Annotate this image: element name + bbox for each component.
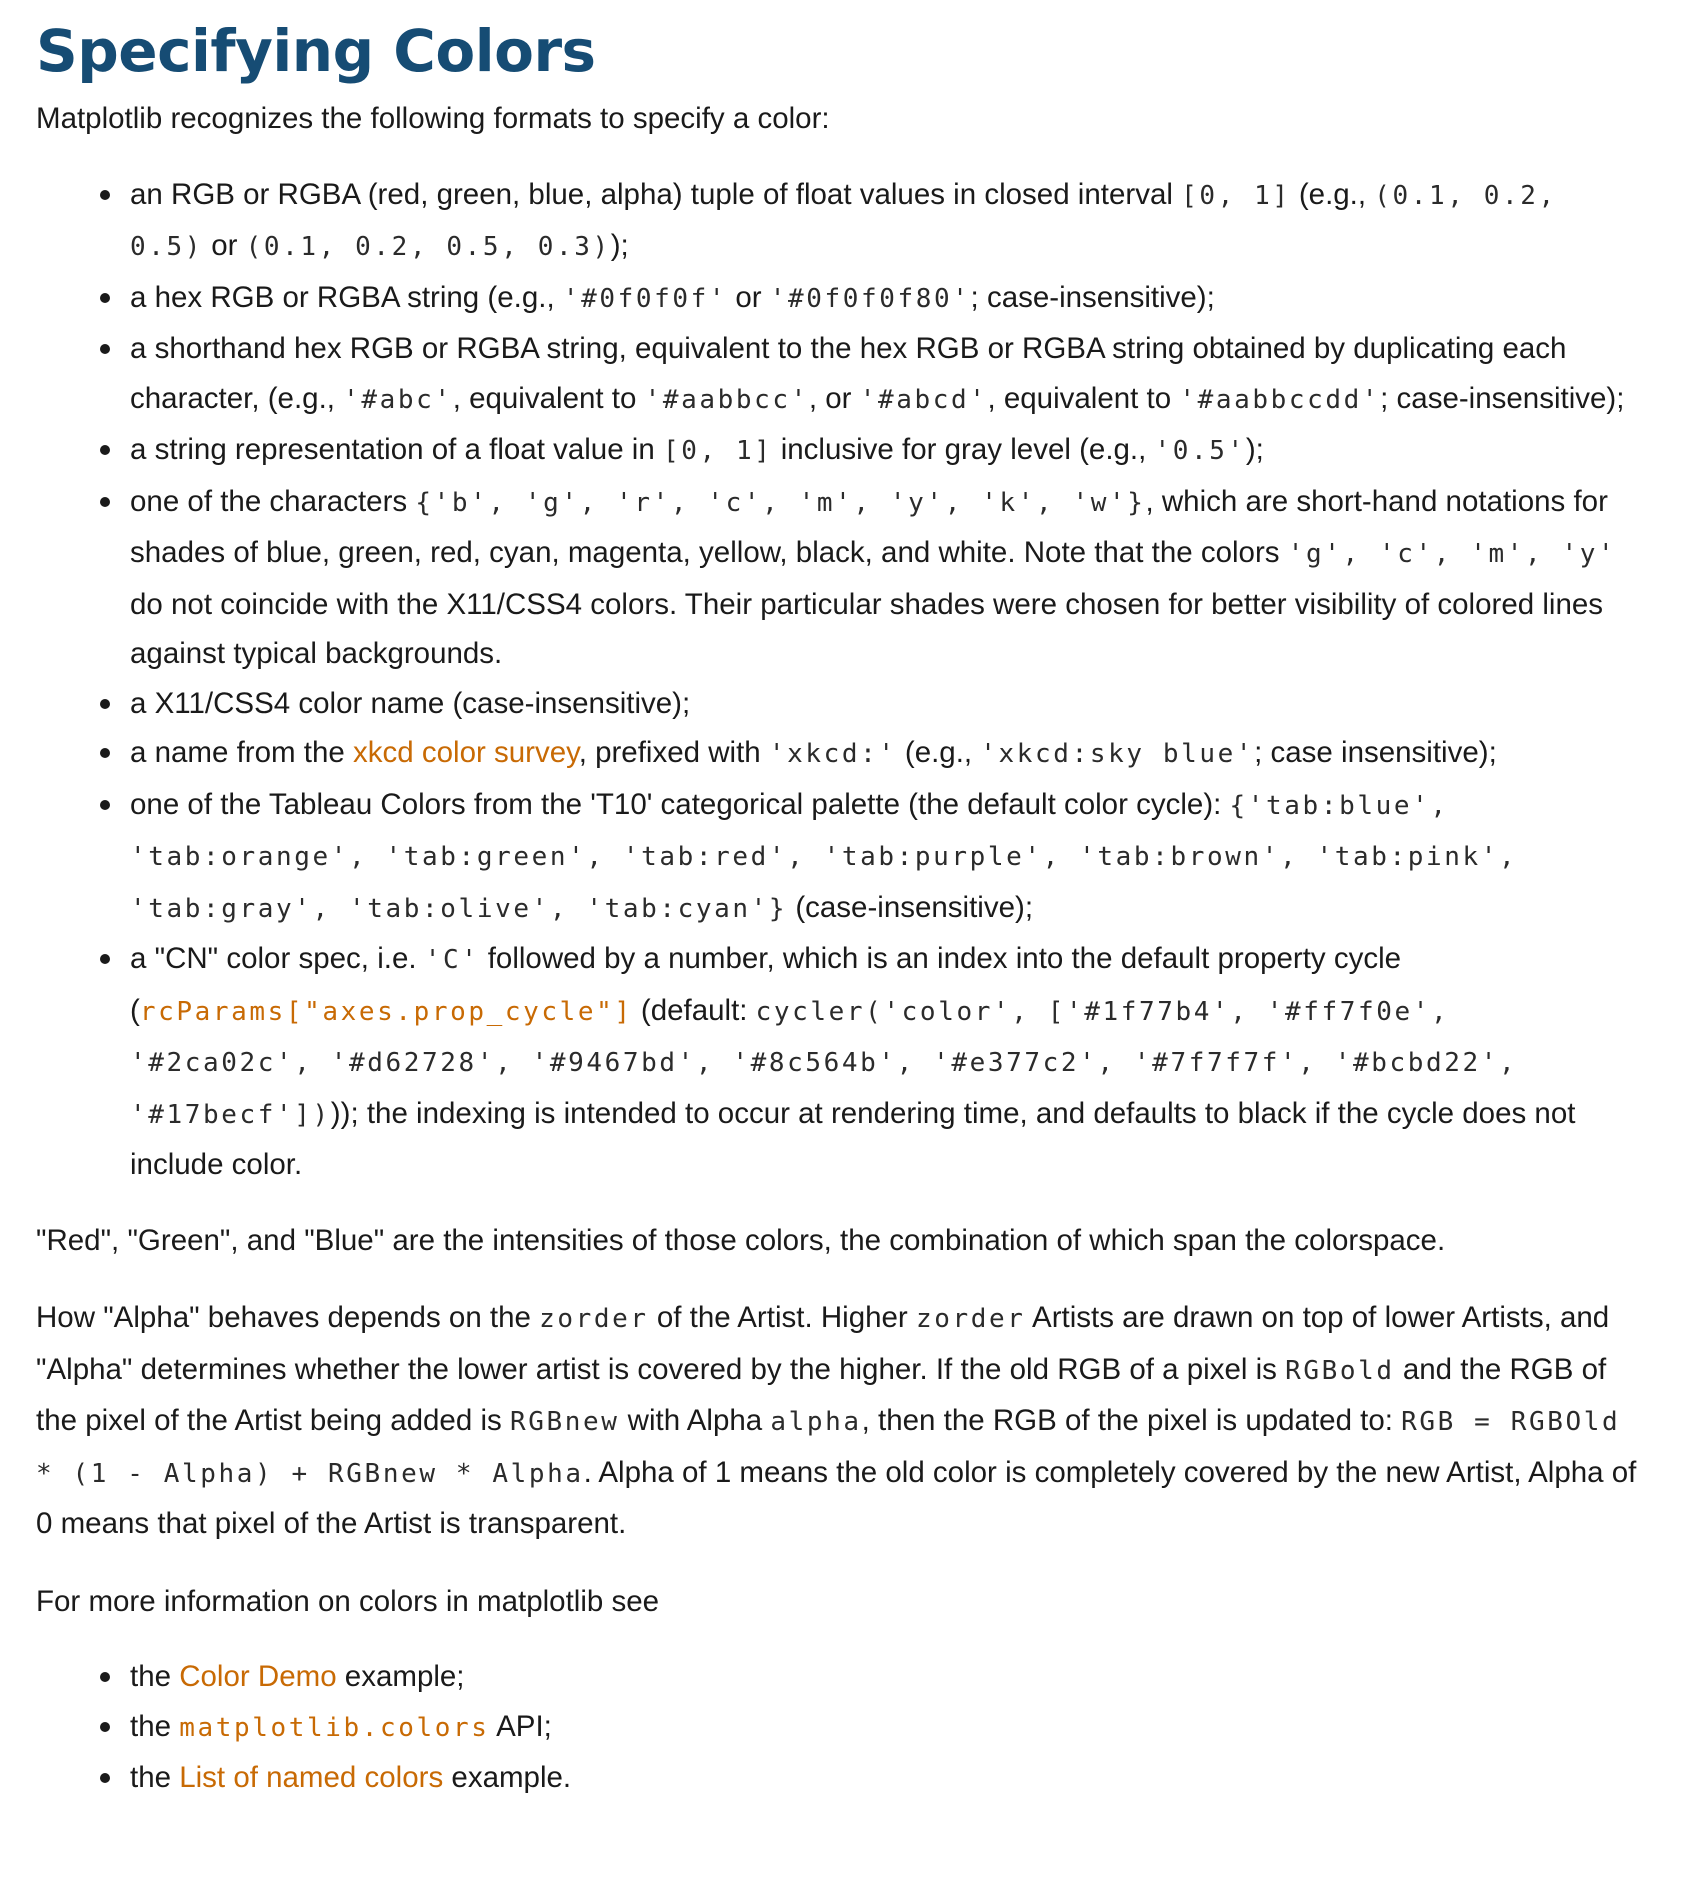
cn-c-code: 'C' [424,945,480,975]
list-item-x11-name: a X11/CSS4 color name (case-insensitive)… [100,679,1646,729]
alpha-text-5: with Alpha [619,1404,771,1437]
see-also-list: the Color Demo example; the matplotlib.c… [36,1652,1646,1803]
hex-text-3: ; case-insensitive); [970,280,1215,314]
list-item-tableau-colors: one of the Tableau Colors from the 'T10'… [100,780,1646,935]
list-of-named-colors-link[interactable]: List of named colors [179,1761,443,1794]
xkcd-color-survey-link[interactable]: xkcd color survey [353,736,579,769]
shorthand-abc-code: '#abc' [343,384,453,415]
rgb-tuple-text-3: or [203,229,246,262]
alpha-paragraph: How "Alpha" behaves depends on the zorde… [36,1293,1646,1549]
shorthand-text-2: , equivalent to [452,381,645,415]
chars-set-code: {'b', 'g', 'r', 'c', 'm', 'y', 'k', 'w'} [415,487,1146,518]
documentation-page: Specifying Colors Matplotlib recognizes … [0,0,1686,1803]
rgb-tuple-text-2: (e.g., [1290,177,1375,211]
color-demo-link[interactable]: Color Demo [179,1660,336,1693]
list-item-cn-spec: a "CN" color spec, i.e. 'C' followed by … [100,934,1646,1190]
zorder-code-2: zorder [915,1304,1026,1334]
named-colors-text-1: the [130,1761,180,1794]
hex-rgb-example-code: '#0f0f0f' [562,283,728,314]
x11-text: a X11/CSS4 color name (case-insensitive)… [130,686,691,720]
shorthand-aabbcc-code: '#aabbcc' [644,384,809,415]
list-item-xkcd-name: a name from the xkcd color survey, prefi… [100,728,1646,780]
xkcd-text-2: , prefixed with [578,736,769,769]
rgb-tuple-text-1: an RGB or RGBA (red, green, blue, alpha)… [130,177,1182,211]
rgbold-code: RGBold [1285,1355,1395,1386]
chars-text-3: do not coincide with the X11/CSS4 colors… [130,587,1604,671]
matplotlib-colors-api-link[interactable]: matplotlib.colors [179,1710,489,1743]
rgb-intensity-paragraph: "Red", "Green", and "Blue" are the inten… [36,1223,1446,1257]
cn-text-3: (default: [632,993,756,1027]
rgb-tuple-interval-code: [0, 1] [1181,180,1291,211]
hex-text-2: or [727,280,770,314]
page-title: Specifying Colors [36,17,596,85]
color-demo-text-1: the [130,1660,180,1693]
rcparams-prop-cycle-link[interactable]: rcParams["axes.prop_cycle"] [140,994,633,1027]
tableau-text-1: one of the Tableau Colors from the 'T10'… [130,787,1230,821]
alpha-text-2: of the Artist. Higher [648,1301,916,1334]
colors-api-text-1: the [130,1709,180,1743]
alpha-text-1: How "Alpha" behaves depends on the [36,1301,540,1334]
xkcd-text-1: a name from the [130,736,353,769]
xkcd-text-3: (e.g., [896,736,981,769]
list-item-hex-string: a hex RGB or RGBA string (e.g., '#0f0f0f… [100,273,1646,325]
rgb-tuple-text-4: ); [610,229,629,262]
list-item-single-characters: one of the characters {'b', 'g', 'r', 'c… [100,477,1646,679]
xkcd-example-code: 'xkcd:sky blue' [980,739,1255,769]
shorthand-abcd-code: '#abcd' [859,384,988,415]
intro-text: Matplotlib recognizes the following form… [36,102,830,135]
cn-text-4: )); the indexing is intended to occur at… [130,1096,1576,1182]
more-info-text: For more information on colors in matplo… [36,1584,660,1618]
chars-text-1: one of the characters [130,484,416,518]
rgbnew-code: RGBnew [509,1407,620,1437]
matplotlib-colors-code: matplotlib.colors [179,1712,490,1743]
cn-text-1: a "CN" color spec, i.e. [130,942,425,975]
list-item-named-colors: the List of named colors example. [100,1753,1646,1803]
xkcd-prefix-code: 'xkcd:' [768,739,897,769]
tableau-text-2: (case-insensitive); [787,890,1034,924]
colors-api-text-2: API; [489,1709,552,1743]
shorthand-text-4: , equivalent to [987,381,1180,415]
rcparams-prop-cycle-code: rcParams["axes.prop_cycle"] [139,996,633,1027]
color-demo-text-2: example; [336,1660,465,1693]
color-formats-list: an RGB or RGBA (red, green, blue, alpha)… [36,170,1646,1190]
alpha-code: alpha [770,1407,862,1437]
chars-subset-code: 'g', 'c', 'm', 'y' [1287,539,1617,569]
hex-rgba-example-code: '#0f0f0f80' [769,283,971,314]
hex-text-1: a hex RGB or RGBA string (e.g., [130,280,563,314]
rgba-tuple-example-code: (0.1, 0.2, 0.5, 0.3) [245,232,611,262]
gray-text-3: ); [1245,433,1264,466]
alpha-text-6: , then the RGB of the pixel is updated t… [861,1404,1402,1437]
gray-example-code: '0.5' [1154,436,1246,466]
named-colors-text-2: example. [443,1761,572,1794]
gray-interval-code: [0, 1] [662,436,773,466]
list-item-color-demo: the Color Demo example; [100,1652,1646,1702]
list-item-colors-api: the matplotlib.colors API; [100,1702,1646,1754]
gray-text-2: inclusive for gray level (e.g., [772,433,1155,466]
shorthand-text-3: , or [808,381,860,415]
list-item-shorthand-hex: a shorthand hex RGB or RGBA string, equi… [100,324,1646,425]
list-item-rgb-tuple: an RGB or RGBA (red, green, blue, alpha)… [100,170,1646,273]
gray-text-1: a string representation of a float value… [130,433,663,466]
list-item-gray-level: a string representation of a float value… [100,425,1646,477]
shorthand-aabbccdd-code: '#aabbccdd' [1179,384,1381,415]
zorder-code-1: zorder [539,1304,649,1334]
shorthand-text-5: ; case-insensitive); [1380,381,1625,415]
xkcd-text-4: ; case insensitive); [1254,736,1497,769]
